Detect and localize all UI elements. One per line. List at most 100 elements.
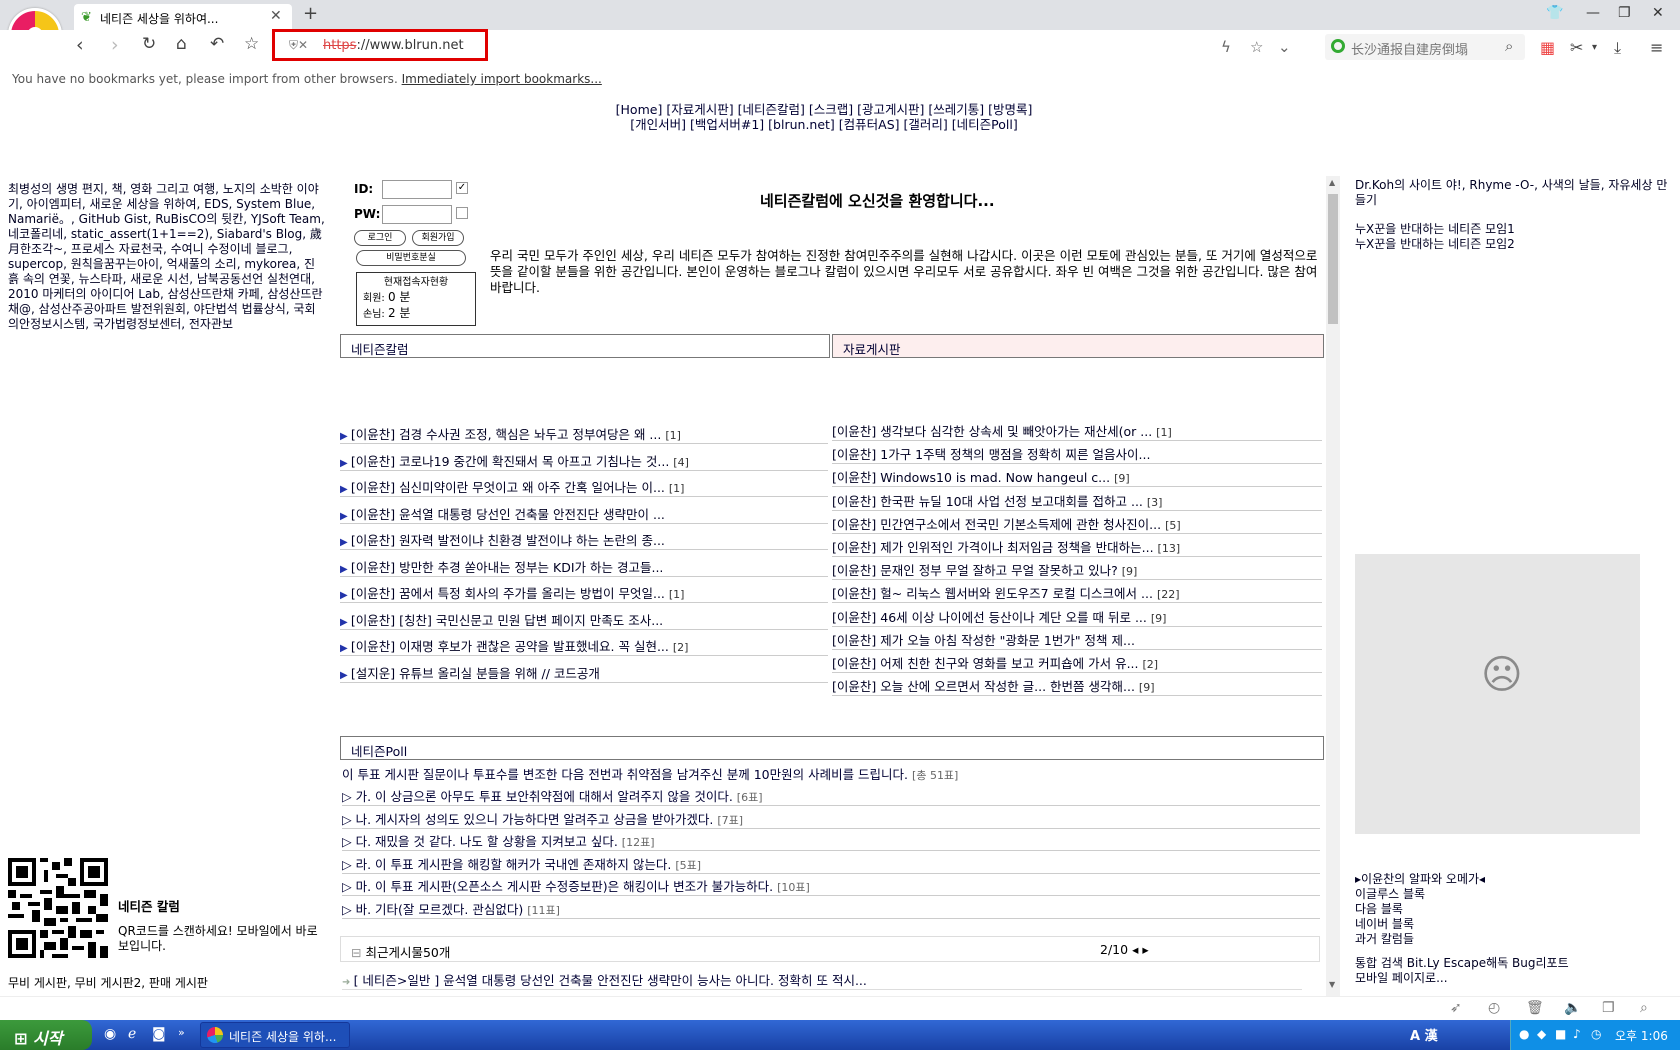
column-list-item[interactable]: ▶ [설지운] 유튜브 올리실 분들을 위해 // 코드공개 — [340, 655, 828, 683]
shirt-skin-icon[interactable]: 👕 — [1546, 5, 1563, 21]
pager-prev-icon[interactable]: ◂ — [1132, 942, 1138, 957]
minimize-button[interactable]: — — [1586, 5, 1600, 21]
right-blog-link[interactable]: 이글루스 블록 — [1355, 887, 1485, 902]
new-tab-button[interactable]: + — [303, 3, 318, 24]
quicklaunch-browser-icon[interactable]: ℯ — [128, 1026, 136, 1042]
chevron-down-icon[interactable]: ⌄ — [1278, 38, 1291, 56]
star-icon[interactable]: ☆ — [244, 34, 259, 54]
post-title[interactable]: 1가구 1주택 정책의 맹점을 정확히 찌른 얼음사이... — [880, 447, 1150, 462]
nav-blrun[interactable]: [blrun.net] — [768, 117, 835, 132]
menu-icon[interactable]: ≡ — [1650, 38, 1663, 57]
post-title[interactable]: 검경 수사권 조정, 핵심은 놔두고 정부여당은 왜 ... — [399, 427, 661, 442]
right-blog-link[interactable]: 과거 칼럼들 — [1355, 932, 1485, 947]
post-title[interactable]: 제가 오늘 아침 작성한 "광화문 1번가" 정책 제... — [880, 633, 1135, 648]
pw-input[interactable] — [382, 205, 452, 224]
scroll-down-icon[interactable]: ▼ — [1329, 980, 1335, 989]
data-list-item[interactable]: [이윤찬] 46세 이상 나이에선 등산이나 계단 오를 때 뒤로 ... [9… — [832, 602, 1322, 627]
address-bar[interactable]: ⛨✕ https://www.blrun.net — [272, 29, 488, 61]
post-title[interactable]: 한국판 뉴딜 10대 사업 선정 보고대회를 접하고 ... — [880, 494, 1143, 509]
scroll-thumb[interactable] — [1328, 194, 1338, 324]
poll-header[interactable]: 네티즌Poll — [340, 736, 1324, 760]
left-blog-links[interactable]: 최병성의 생명 편지, 책, 영화 그리고 여행, 노지의 소박한 이야기, 아… — [8, 182, 326, 332]
data-list-item[interactable]: [이윤찬] 문재인 정부 무얼 잘하고 무얼 잘못하고 있나? [9] — [832, 555, 1322, 581]
post-title[interactable]: 이재명 후보가 괜찮은 공약을 발표했네요. 꼭 실현... — [399, 639, 669, 654]
tray-security-icon[interactable]: ◆ — [1537, 1027, 1546, 1041]
import-bookmarks-link[interactable]: Immediately import bookmarks... — [402, 72, 602, 86]
recent-post-item[interactable]: ➜ [ 스크랩>추천 ] [안될과학] 인공지능, 딥러닝에 대한 통찰을 얻는… — [342, 988, 1302, 996]
speed-icon[interactable]: ◴ — [1488, 1000, 1500, 1016]
column-list-item[interactable]: ▶ [이윤찬] 원자력 발전이냐 친환경 발전이냐 하는 논란의 종... — [340, 522, 828, 550]
poll-option-text[interactable]: ▷ 바. 기타(잘 모르겠다. 관심없다) — [342, 902, 523, 917]
lightning-icon[interactable]: ϟ — [1221, 38, 1231, 56]
poll-option[interactable]: ▷ 바. 기타(잘 모르겠다. 관심없다) [11표] — [342, 895, 1320, 919]
data-list-item[interactable]: [이윤찬] Windows10 is mad. Now hangeul c...… — [832, 462, 1322, 488]
nav-gallery[interactable]: [갤러리] — [904, 117, 948, 132]
pw-save-checkbox[interactable] — [456, 207, 468, 219]
column-list-item[interactable]: ▶ [이윤찬] 방만한 추경 쏟아내는 정부는 KDI가 하는 경고들... — [340, 549, 828, 577]
post-title[interactable]: 유튜브 올리실 분들을 위해 // 코드공개 — [399, 666, 600, 681]
right-misc-link[interactable]: 모바일 페이지로... — [1355, 971, 1569, 986]
data-list-item[interactable]: [이윤찬] 민간연구소에서 전국민 기본소득제에 관한 청사진이... [5] — [832, 509, 1322, 534]
login-button[interactable]: 로그인 — [354, 230, 406, 246]
poll-option-text[interactable]: ▷ 가. 이 상금으론 아무도 투표 보안취약점에 대해서 알려주지 않을 것이… — [342, 789, 733, 804]
search-icon[interactable]: ⌕ — [1505, 37, 1513, 55]
post-title[interactable]: 코로나19 중간에 확진돼서 목 아프고 기침나는 것... — [399, 454, 669, 469]
poll-question[interactable]: 이 투표 게시판 질문이나 투표수를 변조한 다음 전번과 취약점을 남겨주신 … — [342, 764, 958, 783]
post-title[interactable]: 문재인 정부 무얼 잘하고 무얼 잘못하고 있나? — [880, 563, 1117, 578]
right-blog-link[interactable]: ▸이윤찬의 알파와 오메가◂ — [1355, 872, 1485, 887]
post-title[interactable]: 어제 친한 친구와 영화를 보고 커피숍에 가서 유... — [880, 656, 1138, 671]
post-title[interactable]: 원자력 발전이냐 친환경 발전이냐 하는 논란의 종... — [399, 533, 665, 548]
data-board-header[interactable]: 자료게시판 — [832, 334, 1324, 358]
tab-active[interactable]: ❦ 네티즌 세상을 위하여... ✕ — [74, 4, 292, 30]
nav-personal-server[interactable]: [개인서버] — [630, 117, 686, 132]
back-icon[interactable]: ‹ — [76, 34, 84, 56]
poll-option-text[interactable]: ▷ 나. 게시자의 성의도 있으니 가능하다면 알려주고 상금을 받아가겠다. — [342, 812, 713, 827]
data-list-item[interactable]: [이윤찬] 생각보다 심각한 상속세 및 빼앗아가는 재산세(or ... [1… — [832, 416, 1322, 441]
scissors-icon[interactable]: ✂ — [1570, 38, 1583, 57]
ime-indicator[interactable]: A 漢 — [1410, 1025, 1438, 1044]
join-button[interactable]: 회원가입 — [412, 230, 464, 246]
nav-trash[interactable]: [쓰레기통] — [928, 102, 984, 117]
column-list-item[interactable]: ▶ [이윤찬] 검경 수사권 조정, 핵심은 놔두고 정부여당은 왜 ... [… — [340, 416, 828, 444]
poll-option[interactable]: ▷ 마. 이 투표 게시판(오픈소스 게시판 수정증보판)은 해킹이나 변조가 … — [342, 872, 1320, 896]
find-password-button[interactable]: 비밀번호분실 — [356, 250, 466, 266]
nav-data-board[interactable]: [자료게시판] — [666, 102, 733, 117]
right-top-links[interactable]: Dr.Koh의 사이트 야!, Rhyme -O-, 사색의 날들, 자유세상 … — [1355, 178, 1675, 208]
right-group-link-2[interactable]: 누X꾼을 반대하는 네티즌 모임2 — [1355, 237, 1675, 252]
tray-clock-icon[interactable]: ◷ — [1591, 1027, 1601, 1041]
recent-post-item[interactable]: ➜ [ 네티즌>일반 ] 윤석열 대통령 당선인 건축물 안전진단 생략만이 능… — [342, 966, 1302, 990]
nav-guestbook[interactable]: [방명록] — [988, 102, 1032, 117]
post-title[interactable]: 꿈에서 특정 회사의 주가를 올리는 방법이 무엇일... — [399, 586, 665, 601]
post-title[interactable]: 오늘 산에 오르면서 작성한 글... 한번쯤 생각해... — [880, 679, 1135, 694]
nav-column[interactable]: [네티즌칼럼] — [738, 102, 805, 117]
poll-option-text[interactable]: ▷ 마. 이 투표 게시판(오픈소스 게시판 수정증보판)은 해킹이나 변조가 … — [342, 879, 773, 894]
quicklaunch-more-icon[interactable]: » — [178, 1026, 185, 1039]
post-title[interactable]: 46세 이상 나이에선 등산이나 계단 오를 때 뒤로 ... — [880, 610, 1147, 625]
pager-next-icon[interactable]: ▸ — [1142, 942, 1148, 957]
data-list-item[interactable]: [이윤찬] 한국판 뉴딜 10대 사업 선정 보고대회를 접하고 ... [3] — [832, 486, 1322, 511]
nav-poll[interactable]: [네티즌Poll] — [952, 117, 1018, 132]
nav-home[interactable]: [Home] — [616, 102, 663, 117]
taskbar-browser-item[interactable]: 네티즌 세상을 위하... — [200, 1022, 350, 1048]
id-save-checkbox[interactable]: ✓ — [456, 182, 468, 194]
post-title[interactable]: 생각보다 심각한 상속세 및 빼앗아가는 재산세(or ... — [880, 424, 1152, 439]
column-list-item[interactable]: ▶ [이윤찬] 윤석열 대통령 당선인 건축물 안전진단 생략만이 ... — [340, 496, 828, 524]
apps-grid-icon[interactable]: ▦ — [1540, 38, 1555, 57]
column-list-item[interactable]: ▶ [이윤찬] 코로나19 중간에 확진돼서 목 아프고 기침나는 것... [… — [340, 443, 828, 471]
poll-option-text[interactable]: ▷ 라. 이 투표 게시판을 해킹할 해커가 국내엔 존재하지 않는다. — [342, 857, 671, 872]
download-icon[interactable]: ⤓ — [1614, 38, 1621, 58]
column-board-header[interactable]: 네티즌칼럼 — [340, 334, 830, 358]
poll-option-text[interactable]: ▷ 다. 재밌을 것 같다. 나도 할 상황을 지켜보고 싶다. — [342, 834, 618, 849]
right-group-link-1[interactable]: 누X꾼을 반대하는 네티즌 모임1 — [1355, 222, 1675, 237]
poll-option[interactable]: ▷ 다. 재밌을 것 같다. 나도 할 상황을 지켜보고 싶다. [12표] — [342, 827, 1320, 851]
data-list-item[interactable]: [이윤찬] 제가 인위적인 가격이나 최저임금 정책을 반대하는... [13] — [832, 532, 1322, 557]
window-icon[interactable]: ❐ — [1602, 1000, 1615, 1016]
column-list-item[interactable]: ▶ [이윤찬] 꿈에서 특정 회사의 주가를 올리는 방법이 무엇일... [1… — [340, 575, 828, 603]
poll-option[interactable]: ▷ 나. 게시자의 성의도 있으니 가능하다면 알려주고 상금을 받아가겠다. … — [342, 805, 1320, 829]
search-box[interactable]: 长沙通报自建房倒塌 ⌕ — [1325, 34, 1525, 60]
undo-icon[interactable]: ↶ — [210, 34, 224, 54]
search-input[interactable]: 长沙通报自建房倒塌 — [1351, 39, 1468, 58]
zoom-icon[interactable]: ⌕ — [1640, 1000, 1648, 1016]
column-list-item[interactable]: ▶ [이윤찬] [칭찬] 국민신문고 민원 답변 페이지 만족도 조사... — [340, 602, 828, 630]
tray-app-icon[interactable]: ■ — [1555, 1027, 1566, 1041]
